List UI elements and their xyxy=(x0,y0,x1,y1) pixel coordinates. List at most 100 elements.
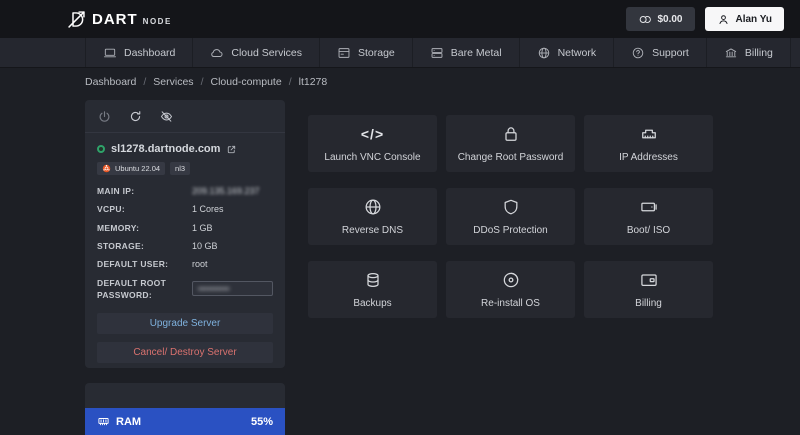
user-icon xyxy=(717,13,730,26)
nav-network[interactable]: Network xyxy=(520,38,615,67)
usage-card-header xyxy=(85,383,285,408)
cloud-icon xyxy=(210,46,224,60)
nav-cloud-services[interactable]: Cloud Services xyxy=(193,38,320,67)
nav-label: Dashboard xyxy=(124,46,176,59)
detail-label: MEMORY: xyxy=(97,222,140,233)
ethernet-icon xyxy=(639,124,659,144)
server-controls xyxy=(85,100,285,133)
boot-iso-card[interactable]: Boot/ ISO xyxy=(584,188,713,245)
detail-label: STORAGE: xyxy=(97,240,145,251)
wallet-icon xyxy=(639,270,659,290)
upgrade-server-button[interactable]: Upgrade Server xyxy=(97,313,273,335)
coins-icon xyxy=(638,13,652,26)
breadcrumb-cloud-compute[interactable]: Cloud-compute xyxy=(210,76,281,88)
hostname-row: sl1278.dartnode.com xyxy=(85,133,285,155)
server-hostname-link[interactable]: sl1278.dartnode.com xyxy=(111,143,220,155)
ubuntu-icon xyxy=(102,164,111,173)
nav-support[interactable]: Support xyxy=(614,38,707,67)
breadcrumb-separator: / xyxy=(200,76,204,88)
nav-bare-metal[interactable]: Bare Metal xyxy=(413,38,520,67)
nav-dashboard[interactable]: Dashboard xyxy=(85,38,194,67)
reverse-dns-card[interactable]: Reverse DNS xyxy=(308,188,437,245)
backups-card[interactable]: Backups xyxy=(308,261,437,318)
network-icon xyxy=(537,46,551,60)
node-badge: nl3 xyxy=(170,162,191,175)
top-bar: DART NODE $0.00 Alan Yu xyxy=(0,0,800,38)
ram-percent: 55% xyxy=(250,415,273,428)
memory-icon xyxy=(97,415,110,428)
storage-value: 10 GB xyxy=(192,241,218,252)
database-icon xyxy=(363,270,383,290)
detail-row-default-user: DEFAULT USER: root xyxy=(97,258,273,270)
reinstall-os-card[interactable]: Re-install OS xyxy=(446,261,575,318)
breadcrumb-dashboard[interactable]: Dashboard xyxy=(85,76,136,88)
nav-label: Billing xyxy=(744,46,773,59)
breadcrumb-separator: / xyxy=(288,76,292,88)
nav-label: Storage xyxy=(358,46,395,59)
detail-label: DEFAULT USER: xyxy=(97,259,169,270)
refresh-button[interactable] xyxy=(128,109,143,124)
lock-icon xyxy=(501,124,521,144)
memory-value: 1 GB xyxy=(192,222,213,233)
nav-billing[interactable]: Billing xyxy=(707,38,791,67)
detail-label: DEFAULT ROOT PASSWORD: xyxy=(97,277,167,300)
ram-label: RAM xyxy=(116,415,142,428)
detail-label: MAIN IP: xyxy=(97,186,135,196)
change-root-password-card[interactable]: Change Root Password xyxy=(446,115,575,172)
nav-label: Network xyxy=(557,46,597,59)
os-badge-label: Ubuntu 22.04 xyxy=(115,164,161,173)
main-nav: Dashboard Cloud Services Storage Bare Me… xyxy=(0,38,800,68)
main-ip-value: 209.135.169.237 xyxy=(192,186,260,197)
billing-card[interactable]: Billing xyxy=(584,261,713,318)
server-details: MAIN IP: 209.135.169.237 VCPU: 1 Cores M… xyxy=(85,175,285,301)
nav-label: Bare Metal xyxy=(450,46,502,59)
ram-usage-bar: RAM 55% xyxy=(85,408,285,435)
root-password-field[interactable]: •••••••••• xyxy=(192,281,273,297)
root-password-value: •••••••••• xyxy=(198,283,230,294)
shield-icon xyxy=(501,197,521,217)
breadcrumb: Dashboard / Services / Cloud-compute / l… xyxy=(85,76,327,88)
balance-button[interactable]: $0.00 xyxy=(626,7,695,31)
breadcrumb-services[interactable]: Services xyxy=(153,76,193,88)
nav-label: Cloud Services xyxy=(231,46,302,59)
storage-icon xyxy=(337,46,351,60)
server-actions-grid: </> Launch VNC Console Change Root Passw… xyxy=(308,115,713,318)
support-icon xyxy=(631,46,645,60)
ddos-protection-card[interactable]: DDoS Protection xyxy=(446,188,575,245)
header-actions: $0.00 Alan Yu xyxy=(626,7,784,31)
detail-row-vcpu: VCPU: 1 Cores xyxy=(97,203,273,215)
vcpu-value: 1 Cores xyxy=(192,204,224,215)
server-action-buttons: Upgrade Server Cancel/ Destroy Server xyxy=(85,301,285,364)
server-badges: Ubuntu 22.04 nl3 xyxy=(85,155,285,175)
detail-row-storage: STORAGE: 10 GB xyxy=(97,240,273,252)
app: DART NODE $0.00 Alan Yu Dashboard Cloud … xyxy=(0,0,800,435)
power-button[interactable] xyxy=(97,109,112,124)
status-online-dot xyxy=(97,145,105,153)
server-icon xyxy=(430,46,444,60)
user-menu-button[interactable]: Alan Yu xyxy=(704,7,784,31)
user-name: Alan Yu xyxy=(735,13,773,25)
cancel-destroy-server-button[interactable]: Cancel/ Destroy Server xyxy=(97,342,273,364)
nav-storage[interactable]: Storage xyxy=(320,38,413,67)
balance-amount: $0.00 xyxy=(657,13,683,25)
breadcrumb-server-id[interactable]: lt1278 xyxy=(299,76,328,88)
disk-icon xyxy=(639,197,659,217)
launch-vnc-console-card[interactable]: </> Launch VNC Console xyxy=(308,115,437,172)
logo-text-main: DART xyxy=(92,10,138,28)
external-link-icon[interactable] xyxy=(226,144,237,155)
detail-row-root-password: DEFAULT ROOT PASSWORD: •••••••••• xyxy=(97,277,273,302)
breadcrumb-separator: / xyxy=(143,76,147,88)
usage-stats-card: RAM 55% xyxy=(85,383,285,435)
os-badge: Ubuntu 22.04 xyxy=(97,162,166,175)
logo-text-sub: NODE xyxy=(142,16,172,26)
ip-addresses-card[interactable]: IP Addresses xyxy=(584,115,713,172)
eye-off-button[interactable] xyxy=(159,109,174,124)
bank-icon xyxy=(724,46,738,60)
detail-row-main-ip: MAIN IP: 209.135.169.237 xyxy=(97,185,273,197)
detail-label: VCPU: xyxy=(97,204,125,215)
disc-icon xyxy=(501,270,521,290)
detail-row-memory: MEMORY: 1 GB xyxy=(97,222,273,234)
node-badge-label: nl3 xyxy=(175,164,186,173)
nav-label: Support xyxy=(652,46,689,59)
logo[interactable]: DART NODE xyxy=(66,9,172,30)
